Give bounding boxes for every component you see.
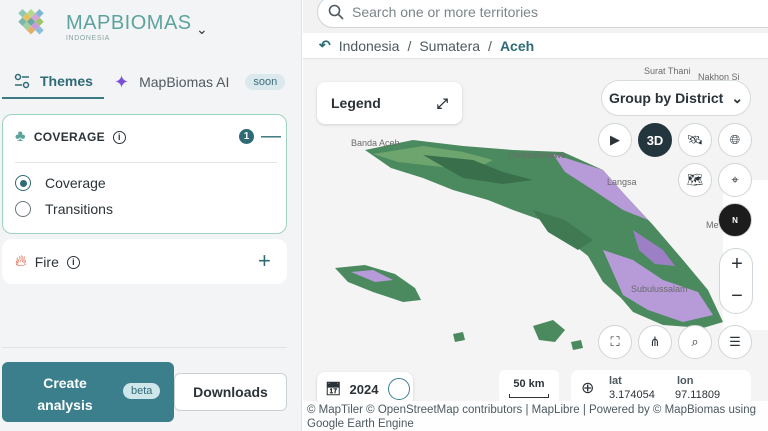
place-label: Me: [706, 220, 719, 230]
lat-value[interactable]: 3.174054: [609, 389, 655, 401]
map-attribution: © MapTiler © OpenStreetMap contributors …: [303, 401, 768, 431]
radio-coverage[interactable]: Coverage: [15, 175, 106, 191]
sparkle-icon: ✦: [114, 71, 130, 92]
video-button[interactable]: ▶: [598, 123, 632, 157]
radio-coverage-label: Coverage: [45, 175, 106, 191]
lon-label: lon: [677, 375, 694, 387]
fire-title: Fire: [34, 254, 59, 270]
fullscreen-icon: ⛶: [610, 334, 620, 349]
info-icon[interactable]: i: [66, 255, 80, 269]
scale-label: 50 km: [513, 378, 545, 390]
search-input[interactable]: Search one or more territories: [317, 0, 768, 28]
lon-value[interactable]: 97.11809: [675, 389, 720, 401]
create-analysis-label: Create analysis: [37, 375, 93, 413]
breadcrumb-separator: /: [407, 37, 412, 54]
downloads-button[interactable]: Downloads: [174, 373, 287, 411]
breadcrumb-current: Aceh: [499, 37, 535, 54]
place-label: Banda Aceh: [351, 138, 400, 148]
share-icon: ⋔: [649, 334, 661, 349]
app: MAPBIOMAS INDONESIA ⌄ Themes ✦ MapBiomas…: [0, 0, 768, 431]
soon-badge: soon: [245, 74, 286, 90]
coverage-tree-icon: ♣: [15, 128, 26, 145]
breadcrumb: ↶ Indonesia / Sumatera / Aceh: [303, 33, 768, 59]
crosshair-icon[interactable]: ⊕: [581, 378, 594, 398]
coverage-header[interactable]: ♣ COVERAGE i: [15, 128, 126, 146]
fire-icon: 🔥︎: [15, 253, 27, 270]
brand-subtitle: INDONESIA: [66, 35, 110, 42]
location-pin-icon: ⌖: [731, 172, 739, 187]
locate-button[interactable]: ⌖: [718, 163, 752, 197]
place-label: Lhokseumawe: [508, 150, 567, 160]
legend-panel[interactable]: Legend ⤢: [317, 82, 462, 124]
brand[interactable]: MAPBIOMAS INDONESIA ⌄: [6, 7, 246, 47]
radio-transitions-label: Transitions: [45, 201, 113, 217]
tab-themes[interactable]: Themes: [2, 65, 104, 99]
globe-icon: 🌐︎: [729, 132, 741, 147]
breadcrumb-item[interactable]: Sumatera: [419, 38, 480, 54]
chevron-down-icon: ⌄: [731, 89, 744, 106]
place-label: Langsa: [607, 177, 637, 187]
zoom-out-button[interactable]: −: [720, 285, 754, 308]
video-icon: ▶: [610, 132, 620, 147]
theme-tabs: Themes ✦ MapBiomas AI soon: [0, 65, 302, 99]
globe-button[interactable]: 🌐︎: [718, 123, 752, 157]
zoom-control: + −: [719, 248, 753, 314]
breadcrumb-separator: /: [488, 37, 492, 54]
radio-transitions-control[interactable]: [15, 201, 31, 217]
fire-header[interactable]: 🔥︎ Fire i: [15, 253, 80, 271]
sidebar: MAPBIOMAS INDONESIA ⌄ Themes ✦ MapBiomas…: [0, 0, 302, 431]
map-icon: 🗺︎: [686, 172, 704, 187]
satellite-button[interactable]: 🛰︎: [678, 123, 712, 157]
layers-list-button[interactable]: ☰: [718, 325, 752, 359]
place-label: Surat Thani: [644, 66, 691, 76]
beta-badge: beta: [123, 383, 161, 399]
place-label: Subulussalam: [631, 284, 688, 294]
main-area: Search one or more territories ↶ Indones…: [303, 0, 768, 431]
collapse-coverage-button[interactable]: —: [261, 125, 281, 148]
zoom-in-button[interactable]: +: [720, 253, 754, 276]
coverage-card: ♣ COVERAGE i 1 — Coverage Transitions: [2, 114, 287, 234]
fullscreen-button[interactable]: ⛶: [598, 325, 632, 359]
scale-bar-line: [509, 394, 549, 398]
scale-bar: 50 km: [499, 370, 559, 404]
divider: [15, 162, 277, 163]
breadcrumb-item[interactable]: Indonesia: [339, 38, 400, 54]
expand-icon[interactable]: ⤢: [437, 95, 448, 112]
search-icon: [328, 4, 344, 20]
divider: [2, 347, 287, 348]
brand-name: MAPBIOMAS: [66, 12, 192, 34]
year-value: 2024: [349, 381, 379, 397]
legend-title: Legend: [331, 95, 381, 111]
radio-coverage-control[interactable]: [15, 175, 31, 191]
satellite-icon: 🛰︎: [686, 132, 704, 147]
group-by-select[interactable]: Group by District ⌄: [601, 80, 751, 116]
lat-label: lat: [609, 375, 622, 387]
mapbiomas-logo-icon: [18, 9, 44, 35]
share-button[interactable]: ⋔: [638, 325, 672, 359]
create-analysis-button[interactable]: Create analysis beta: [2, 362, 174, 422]
search-area-icon: ⌕: [691, 334, 699, 349]
coverage-title: COVERAGE: [33, 130, 105, 144]
tab-themes-label: Themes: [40, 73, 93, 89]
timeline-play-button[interactable]: [388, 378, 411, 400]
tab-ai-label: MapBiomas AI: [139, 74, 230, 90]
radio-transitions[interactable]: Transitions: [15, 201, 113, 217]
chevron-down-icon[interactable]: ⌄: [196, 21, 208, 38]
toggle-3d-button[interactable]: 3D: [638, 123, 672, 157]
coverage-count-badge: 1: [239, 129, 254, 144]
map-canvas[interactable]: Banda Aceh Lhokseumawe Langsa Subulussal…: [303, 60, 768, 431]
calendar-icon: 📅︎: [325, 381, 342, 396]
themes-icon: [14, 73, 30, 89]
undo-icon[interactable]: ↶: [319, 37, 331, 54]
fire-card[interactable]: 🔥︎ Fire i +: [2, 239, 287, 284]
group-by-label: Group by District: [608, 90, 724, 106]
search-area-button[interactable]: ⌕: [678, 325, 712, 359]
basemap-button[interactable]: 🗺︎: [678, 163, 712, 197]
tab-mapbiomas-ai[interactable]: ✦ MapBiomas AI soon: [114, 65, 286, 99]
info-icon[interactable]: i: [112, 130, 126, 144]
compass-button[interactable]: N: [718, 203, 752, 237]
search-placeholder: Search one or more territories: [352, 4, 538, 20]
layers-list-icon: ☰: [729, 334, 741, 349]
expand-fire-button[interactable]: +: [258, 248, 271, 274]
